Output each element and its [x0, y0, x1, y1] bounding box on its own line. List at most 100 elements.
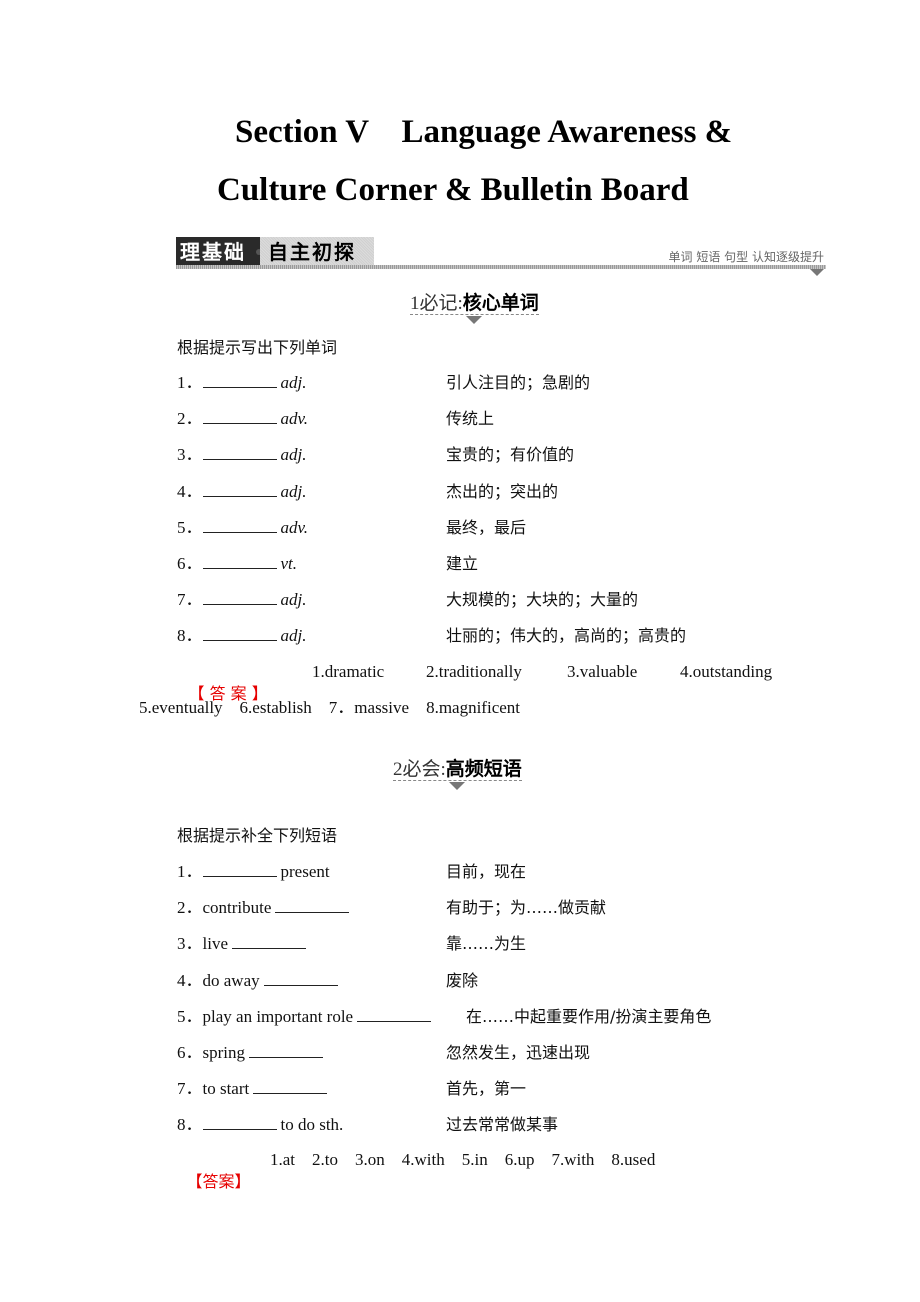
- triangle-down-icon: [449, 782, 466, 790]
- word-meaning: 引人注目的；急剧的: [446, 373, 591, 392]
- answer-blank: [232, 934, 306, 950]
- phrase-meaning: 忽然发生，迅速出现: [446, 1043, 591, 1062]
- subheading-prefix: 2必会:: [393, 759, 446, 780]
- section-bar-rule: [176, 265, 826, 269]
- phrase-meaning: 废除: [446, 970, 479, 990]
- subheading-prefix: 1必记:: [410, 293, 463, 314]
- answer-blank: [202, 409, 277, 425]
- word-item: 6． vt.: [177, 553, 297, 575]
- phrase-item: 7．to start: [177, 1078, 328, 1100]
- phrase-item: 2．contribute: [177, 897, 350, 919]
- subheading-title: 核心单词: [462, 292, 539, 314]
- answer-blank: [202, 373, 277, 388]
- word-item: 4． adj.: [177, 481, 306, 503]
- word-meaning: 宝贵的；有价值的: [446, 445, 575, 465]
- phrase-meaning: 首先，第一: [446, 1079, 527, 1099]
- answer-blank: [202, 590, 277, 606]
- instruction-text: 根据提示补全下列短语: [177, 826, 338, 845]
- triangle-down-icon: [810, 269, 824, 276]
- word-item: 8． adj.: [177, 625, 306, 647]
- part-of-speech: adj.: [280, 445, 307, 465]
- page-title-line-2: Culture Corner & Bulletin Board: [217, 172, 689, 208]
- word-meaning: 大规模的；大块的；大量的: [446, 590, 639, 610]
- phrase-meaning: 在……中起重要作用/扮演主要角色: [466, 1006, 712, 1026]
- section-bar-light-label: 自主初探: [260, 237, 374, 267]
- phrase-meaning: 有助于；为……做贡献: [446, 898, 607, 918]
- phrase-meaning: 过去常常做某事: [446, 1115, 559, 1135]
- phrase-answers: 1.at 2.to 3.on 4.with 5.in 6.up 7.with 8…: [270, 1150, 656, 1169]
- item-number: 7．: [177, 590, 203, 610]
- item-number: 1．: [177, 373, 203, 392]
- answer-blank: [202, 862, 277, 877]
- phrase-item: 6．spring: [177, 1042, 323, 1064]
- word-meaning: 建立: [446, 554, 479, 573]
- page-title-line-1: Section V Language Awareness &: [235, 114, 733, 150]
- answer-row: 【答案】: [178, 1149, 251, 1193]
- phrase-item: 3．live: [177, 933, 306, 955]
- part-of-speech: adv.: [280, 409, 309, 429]
- item-number: 8．: [177, 626, 203, 646]
- phrase-before: play an important role: [202, 1006, 354, 1026]
- word-item: 3． adj.: [177, 444, 306, 466]
- answer-blank: [202, 445, 277, 461]
- part-of-speech: adv.: [280, 517, 309, 537]
- part-of-speech: vt.: [280, 554, 298, 573]
- phrase-meaning: 目前，现在: [446, 862, 527, 881]
- phrase-item: 1． present: [177, 861, 330, 883]
- subheading-title: 高频短语: [445, 758, 522, 780]
- answer-4: 4.outstanding: [680, 662, 773, 681]
- item-number: 2．: [177, 409, 203, 429]
- phrase-before: spring: [202, 1043, 246, 1062]
- word-meaning: 传统上: [446, 409, 495, 429]
- triangle-down-icon: [466, 316, 483, 324]
- item-number: 6．: [177, 1043, 203, 1062]
- item-number: 1．: [177, 862, 203, 881]
- item-number: 2．: [177, 898, 203, 918]
- phrase-meaning: 靠……为生: [446, 934, 527, 954]
- phrase-before: to start: [202, 1079, 250, 1099]
- answer-blank: [202, 626, 277, 642]
- answer-blank: [275, 898, 350, 914]
- phrase-item: 8． to do sth.: [177, 1114, 343, 1136]
- answer-blank: [357, 1007, 432, 1022]
- word-meaning: 壮丽的；伟大的，高尚的；高贵的: [446, 626, 687, 646]
- answer-blank: [202, 554, 277, 569]
- section-bar: 理基础 自主初探 单词 短语 句型 认知逐级提升: [176, 237, 826, 277]
- phrase-before: live: [202, 934, 229, 954]
- word-meaning: 杰出的；突出的: [446, 481, 559, 501]
- answer-blank: [202, 482, 277, 497]
- section-bar-tagline: 单词 短语 句型 认知逐级提升: [668, 250, 824, 264]
- instruction-text: 根据提示写出下列单词: [177, 338, 338, 357]
- answer-blank: [253, 1079, 328, 1095]
- phrase-item: 5．play an important role: [177, 1006, 432, 1028]
- word-item: 5． adv.: [177, 517, 308, 539]
- answer-2: 2.traditionally: [426, 662, 522, 681]
- part-of-speech: adj.: [280, 626, 307, 646]
- item-number: 3．: [177, 445, 203, 465]
- answer-blank: [263, 971, 338, 986]
- item-number: 5．: [177, 1006, 203, 1026]
- subheading-phrases: 2必会:高频短语: [393, 754, 522, 790]
- item-number: 8．: [177, 1115, 203, 1135]
- answers-line-2: 5.eventually 6.establish 7．massive 8.mag…: [139, 698, 521, 717]
- answer-blank: [202, 518, 277, 533]
- word-item: 2． adv.: [177, 408, 308, 430]
- item-number: 4．: [177, 970, 203, 990]
- answer-3: 3.valuable: [567, 662, 638, 681]
- phrase-before: do away: [202, 970, 260, 990]
- item-number: 4．: [177, 481, 203, 501]
- item-number: 3．: [177, 934, 203, 954]
- answer-blank: [249, 1043, 323, 1058]
- phrase-item: 4．do away: [177, 970, 338, 992]
- item-number: 5．: [177, 517, 203, 537]
- answer-blank: [202, 1115, 277, 1131]
- part-of-speech: adj.: [280, 373, 307, 392]
- section-bar-dark-label: 理基础: [176, 237, 260, 267]
- item-number: 7．: [177, 1079, 203, 1099]
- phrase-after: present: [280, 862, 330, 881]
- part-of-speech: adj.: [280, 481, 307, 501]
- word-item: 1． adj.: [177, 372, 306, 394]
- item-number: 6．: [177, 554, 203, 573]
- answer-1: 1.dramatic: [312, 662, 385, 681]
- answer-label: 【答案】: [186, 1172, 251, 1191]
